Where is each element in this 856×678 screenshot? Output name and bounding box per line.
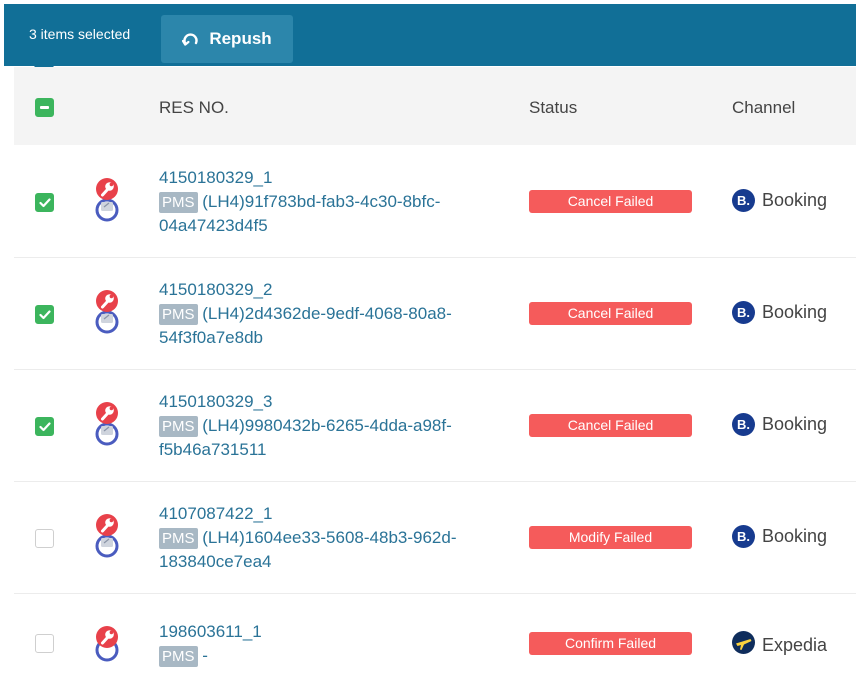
pms-badge: PMS (159, 192, 198, 213)
pms-id-continued[interactable]: 54f3f0a7e8db (159, 326, 479, 350)
wrench-icon (96, 626, 118, 648)
wrench-icon (96, 402, 118, 424)
booking-logo-icon: B. (732, 189, 755, 212)
pms-id-continued[interactable]: 04a47423d4f5 (159, 214, 479, 238)
channel-name: Expedia (762, 634, 828, 655)
selection-toolbar: 3 items selected Repush (4, 4, 856, 66)
reservation-cell: 4107087422_1 PMS (LH4)1604ee33-5608-48b3… (159, 502, 479, 574)
reservation-number-link[interactable]: 198603611_1 (159, 620, 479, 644)
column-header-status[interactable]: Status (529, 98, 577, 118)
row-action-icons[interactable] (92, 176, 122, 224)
pms-id-continued[interactable]: f5b46a731511 (159, 438, 479, 462)
checkmark-icon (38, 197, 51, 207)
pms-id[interactable]: (LH4)1604ee33-5608-48b3-962d- (202, 528, 456, 547)
channel-name: Booking (762, 190, 828, 210)
reservation-cell: 4150180329_2 PMS (LH4)2d4362de-9edf-4068… (159, 278, 479, 350)
row-action-icons[interactable] (92, 400, 122, 448)
channel-cell: Expedia (732, 631, 827, 659)
table-row[interactable]: 4150180329_3 PMS (LH4)9980432b-6265-4dda… (14, 370, 856, 482)
edit-icon (95, 310, 119, 334)
edit-icon (95, 422, 119, 446)
column-header-channel[interactable]: Channel (732, 98, 795, 118)
table-row[interactable]: 4150180329_2 PMS (LH4)2d4362de-9edf-4068… (14, 258, 856, 370)
status-badge: Cancel Failed (529, 414, 692, 437)
wrench-icon (96, 178, 118, 200)
table-row[interactable]: 4150180329_1 PMS (LH4)91f783bd-fab3-4c30… (14, 146, 856, 258)
table-header: RES NO. Status Channel (14, 67, 856, 145)
reservation-cell: 4150180329_1 PMS (LH4)91f783bd-fab3-4c30… (159, 166, 479, 238)
checkmark-icon (38, 421, 51, 431)
repush-label: Repush (209, 29, 272, 48)
reservation-cell: 198603611_1 PMS - (159, 620, 479, 668)
row-action-icons[interactable] (92, 288, 122, 336)
pms-badge: PMS (159, 304, 198, 325)
reservation-number-link[interactable]: 4150180329_3 (159, 390, 479, 414)
refresh-icon (182, 31, 199, 48)
row-action-icons[interactable] (92, 512, 122, 560)
pms-id[interactable]: (LH4)9980432b-6265-4dda-a98f- (202, 416, 452, 435)
booking-logo-icon: B. (732, 413, 755, 436)
pms-badge: PMS (159, 416, 198, 437)
reservation-number-link[interactable]: 4107087422_1 (159, 502, 479, 526)
wrench-icon (96, 290, 118, 312)
row-checkbox[interactable] (35, 529, 54, 548)
checkmark-icon (38, 309, 51, 319)
selection-count: 3 items selected (29, 26, 131, 42)
status-badge: Modify Failed (529, 526, 692, 549)
edit-icon (95, 198, 119, 222)
reservation-cell: 4150180329_3 PMS (LH4)9980432b-6265-4dda… (159, 390, 479, 462)
edit-icon (95, 534, 119, 558)
pms-id-continued[interactable]: 183840ce7ea4 (159, 550, 479, 574)
row-checkbox[interactable] (35, 417, 54, 436)
status-badge: Cancel Failed (529, 190, 692, 213)
repush-button[interactable]: Repush (161, 15, 293, 63)
row-checkbox[interactable] (35, 634, 54, 653)
table-row[interactable]: 198603611_1 PMS - Confirm Failed Expedia (14, 594, 856, 678)
pms-badge: PMS (159, 528, 198, 549)
status-badge: Cancel Failed (529, 302, 692, 325)
pms-id[interactable]: (LH4)91f783bd-fab3-4c30-8bfc- (202, 192, 440, 211)
wrench-icon (96, 514, 118, 536)
channel-cell: B. Booking (732, 189, 827, 212)
minus-icon (40, 106, 49, 109)
reservation-number-link[interactable]: 4150180329_2 (159, 278, 479, 302)
pms-id[interactable]: (LH4)2d4362de-9edf-4068-80a8- (202, 304, 452, 323)
reservation-number-link[interactable]: 4150180329_1 (159, 166, 479, 190)
select-all-checkbox[interactable] (35, 98, 54, 117)
channel-cell: B. Booking (732, 413, 827, 436)
booking-logo-icon: B. (732, 525, 755, 548)
channel-cell: B. Booking (732, 525, 827, 548)
pms-id: - (202, 646, 208, 665)
channel-name: Booking (762, 414, 828, 434)
status-badge: Confirm Failed (529, 632, 692, 655)
row-checkbox[interactable] (35, 305, 54, 324)
row-action-icons[interactable] (92, 624, 122, 672)
expedia-logo-icon (732, 631, 755, 659)
pms-badge: PMS (159, 646, 198, 667)
booking-logo-icon: B. (732, 301, 755, 324)
column-header-res-no[interactable]: RES NO. (159, 98, 229, 118)
channel-name: Booking (762, 526, 828, 546)
table-row[interactable]: 4107087422_1 PMS (LH4)1604ee33-5608-48b3… (14, 482, 856, 594)
channel-cell: B. Booking (732, 301, 827, 324)
channel-name: Booking (762, 302, 828, 322)
row-checkbox[interactable] (35, 193, 54, 212)
